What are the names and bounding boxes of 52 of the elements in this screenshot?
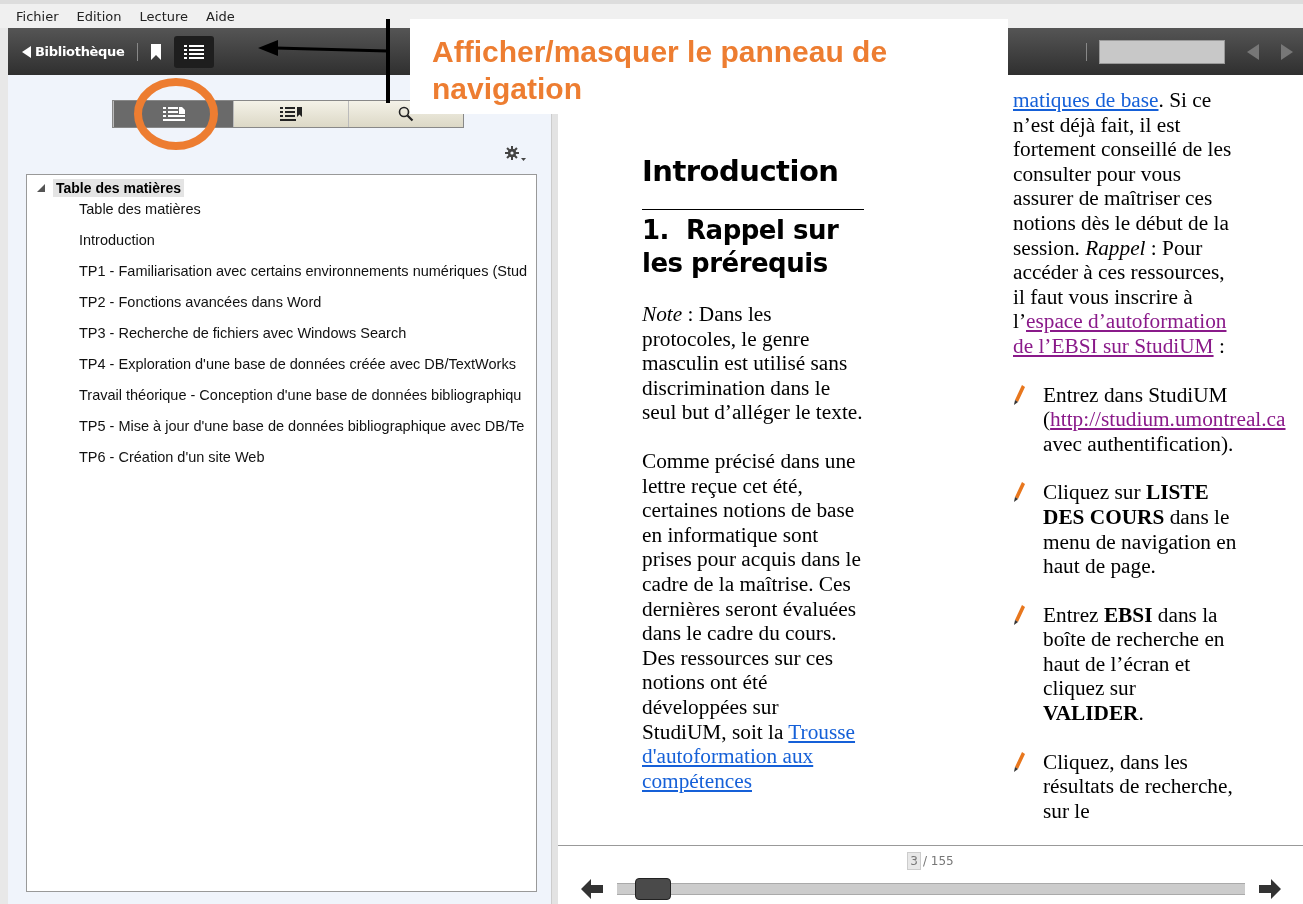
bullet-text: Cliquez, dans les résultats de recherche, sur le: [1043, 749, 1234, 824]
menu-item[interactable]: Lecture: [139, 8, 189, 24]
library-button[interactable]: Bibliothèque: [22, 44, 125, 59]
paragraph: Note : Dans les protocoles, le genre masculin est utilisé sans discrimination dans le seul but d’alléger le texte.: [642, 302, 864, 425]
link[interactable]: espace d’autoformation: [1026, 309, 1227, 334]
list-bookmark-icon: [280, 107, 303, 121]
tree-item[interactable]: Table des matières: [27, 198, 537, 229]
tree-item[interactable]: TP5 - Mise à jour d'une base de données bibliographique avec DB/Te: [27, 415, 537, 446]
callout-text: Afficher/masquer le panneau de navigation: [432, 34, 889, 107]
menu-item[interactable]: Fichier: [16, 8, 59, 24]
paragraph: Comme précisé dans une lettre reçue cet été, certaines notions de base en informatique sont prises pour acquis dans le cadre de la maîtrise. Ces dernières seront évaluées dans le cadre du cours. Des ressources sur ces notions ont été développées sur StudiUM, soit la Trousse d'autoformation aux compétences: [642, 448, 862, 794]
previous-page-icon[interactable]: [1247, 43, 1259, 60]
tree-item[interactable]: Travail théorique - Conception d'une base de données bibliographiqu: [27, 384, 537, 415]
list-icon: [183, 44, 204, 59]
pencil-icon: [1013, 384, 1025, 405]
expand-arrow-icon[interactable]: [37, 184, 45, 192]
link[interactable]: http://studium.umontreal.ca: [1050, 407, 1286, 432]
bookmark-icon[interactable]: [149, 43, 162, 60]
link[interactable]: d'autoformation aux: [642, 744, 814, 769]
search-icon: [398, 106, 415, 122]
bookmarks-tab[interactable]: [233, 101, 349, 127]
tree-item[interactable]: Introduction: [27, 229, 537, 260]
bullet-text: Entrez EBSI dans la boîte de recherche en haut de l’écran et cliquez sur VALIDER.: [1043, 602, 1226, 726]
tree-item[interactable]: TP2 - Fonctions avancées dans Word: [27, 291, 537, 322]
pencil-icon: [1013, 604, 1025, 625]
next-page-icon[interactable]: [1281, 43, 1293, 60]
link[interactable]: compétences: [642, 768, 752, 793]
pencil-icon: [1013, 482, 1025, 503]
link[interactable]: de l’EBSI sur StudiUM: [1013, 333, 1214, 358]
menu-item[interactable]: Aide: [206, 8, 235, 24]
page-number-field[interactable]: 3: [907, 852, 921, 870]
page-field[interactable]: [1099, 39, 1225, 64]
bullet-text: Cliquez sur LISTE DES COURS dans le menu de navigation en haut de page.: [1043, 480, 1238, 579]
list-page-icon: [162, 107, 185, 121]
tree-item[interactable]: TP3 - Recherche de fichiers avec Windows Search: [27, 322, 537, 353]
subheading: 1. Rappel sur les prérequis: [642, 214, 840, 280]
link[interactable]: Trousse: [788, 719, 856, 744]
pencil-icon: [1013, 751, 1025, 772]
toc-toggle-button[interactable]: [173, 35, 214, 68]
tree-item[interactable]: TP4 - Exploration d'une base de données créée avec DB/TextWorks: [27, 353, 537, 384]
paragraph: matiques de base. Si ce n’est déjà fait, il est fortement conseillé de les consulter pour vous assurer de maîtriser ces notions dès le début de la session. Rappel : Pour accéder à ces ressources, il faut vous inscrire à l’espace d’autoformation de l’EBSI sur StudiUM :: [1013, 88, 1233, 359]
settings-icon[interactable]: [505, 146, 528, 162]
slider-thumb[interactable]: [635, 878, 672, 900]
tree-item[interactable]: Table des matières: [53, 179, 185, 197]
tree-item[interactable]: TP1 - Familiarisation avec certains environnements numériques (Stud: [27, 260, 537, 291]
tree-item[interactable]: TP6 - Création d'un site Web: [27, 446, 537, 477]
menu-item[interactable]: Edition: [76, 8, 122, 24]
heading: Introduction: [642, 153, 840, 189]
link[interactable]: matiques de base: [1013, 88, 1159, 112]
page-total: / 155: [922, 854, 954, 868]
forward-arrow-icon[interactable]: [1258, 879, 1281, 899]
back-arrow-icon[interactable]: [580, 879, 603, 899]
